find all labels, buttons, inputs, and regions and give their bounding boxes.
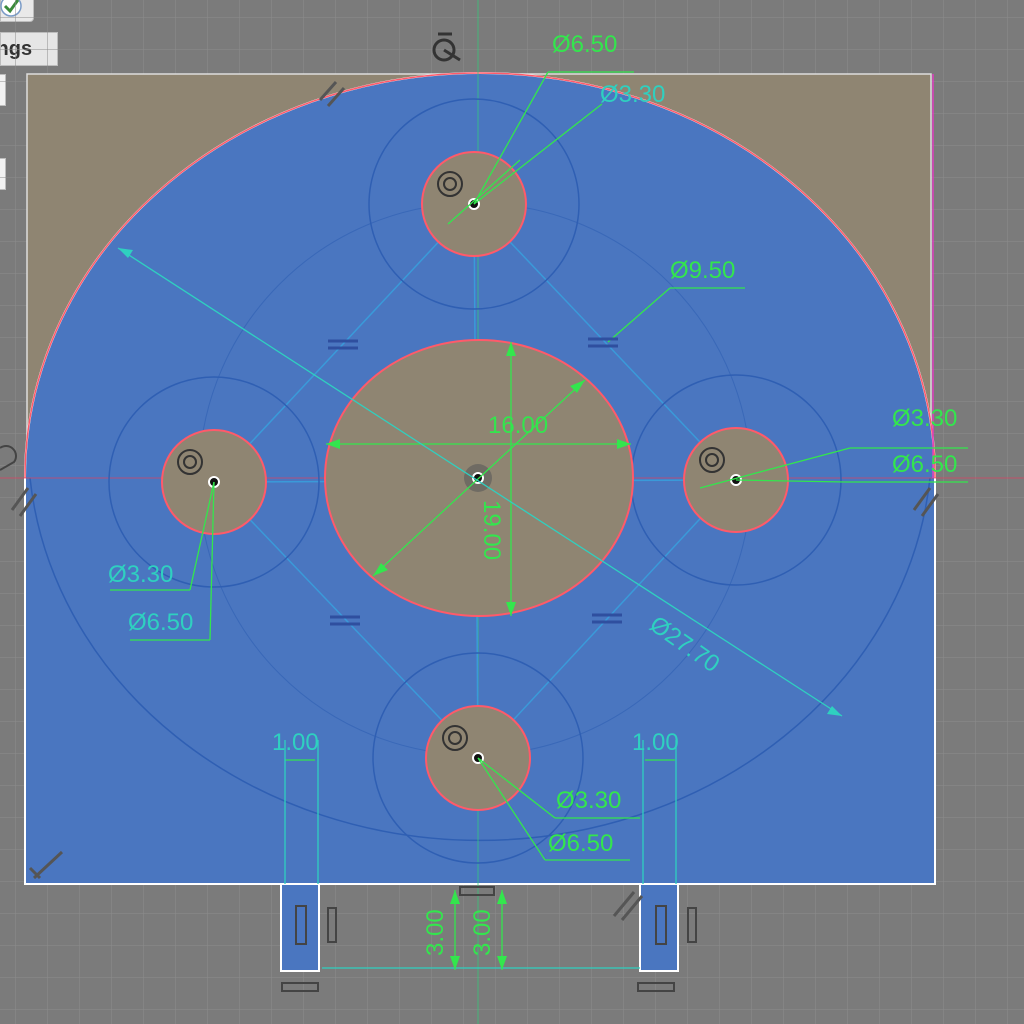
dim-center-width: 16.00	[488, 412, 548, 439]
dim-top-inner: Ø3.30	[600, 81, 665, 108]
dim-right-inner: Ø3.30	[892, 405, 957, 432]
dim-right-tab: 1.00	[632, 729, 679, 756]
dim-bottom-outer: Ø6.50	[548, 830, 613, 857]
dim-left-outer: Ø6.50	[128, 609, 193, 636]
dim-bolt-circle: Ø9.50	[670, 257, 735, 284]
dim-bottom-inner: Ø3.30	[556, 787, 621, 814]
dim-top-outer: Ø6.50	[552, 31, 617, 58]
sketch-canvas[interactable]: Ø6.50 Ø3.30 Ø9.50 16.00 19.00 Ø3.30 Ø6.5…	[0, 0, 1024, 1024]
dim-tab-height-a: 3.00	[422, 909, 449, 956]
dim-left-tab: 1.00	[272, 729, 319, 756]
left-tab[interactable]	[280, 883, 320, 972]
dim-center-height: 19.00	[478, 500, 505, 560]
dim-tab-height-b: 3.00	[469, 909, 496, 956]
dim-left-inner: Ø3.30	[108, 561, 173, 588]
right-tab[interactable]	[639, 883, 679, 972]
dim-right-outer: Ø6.50	[892, 451, 957, 478]
